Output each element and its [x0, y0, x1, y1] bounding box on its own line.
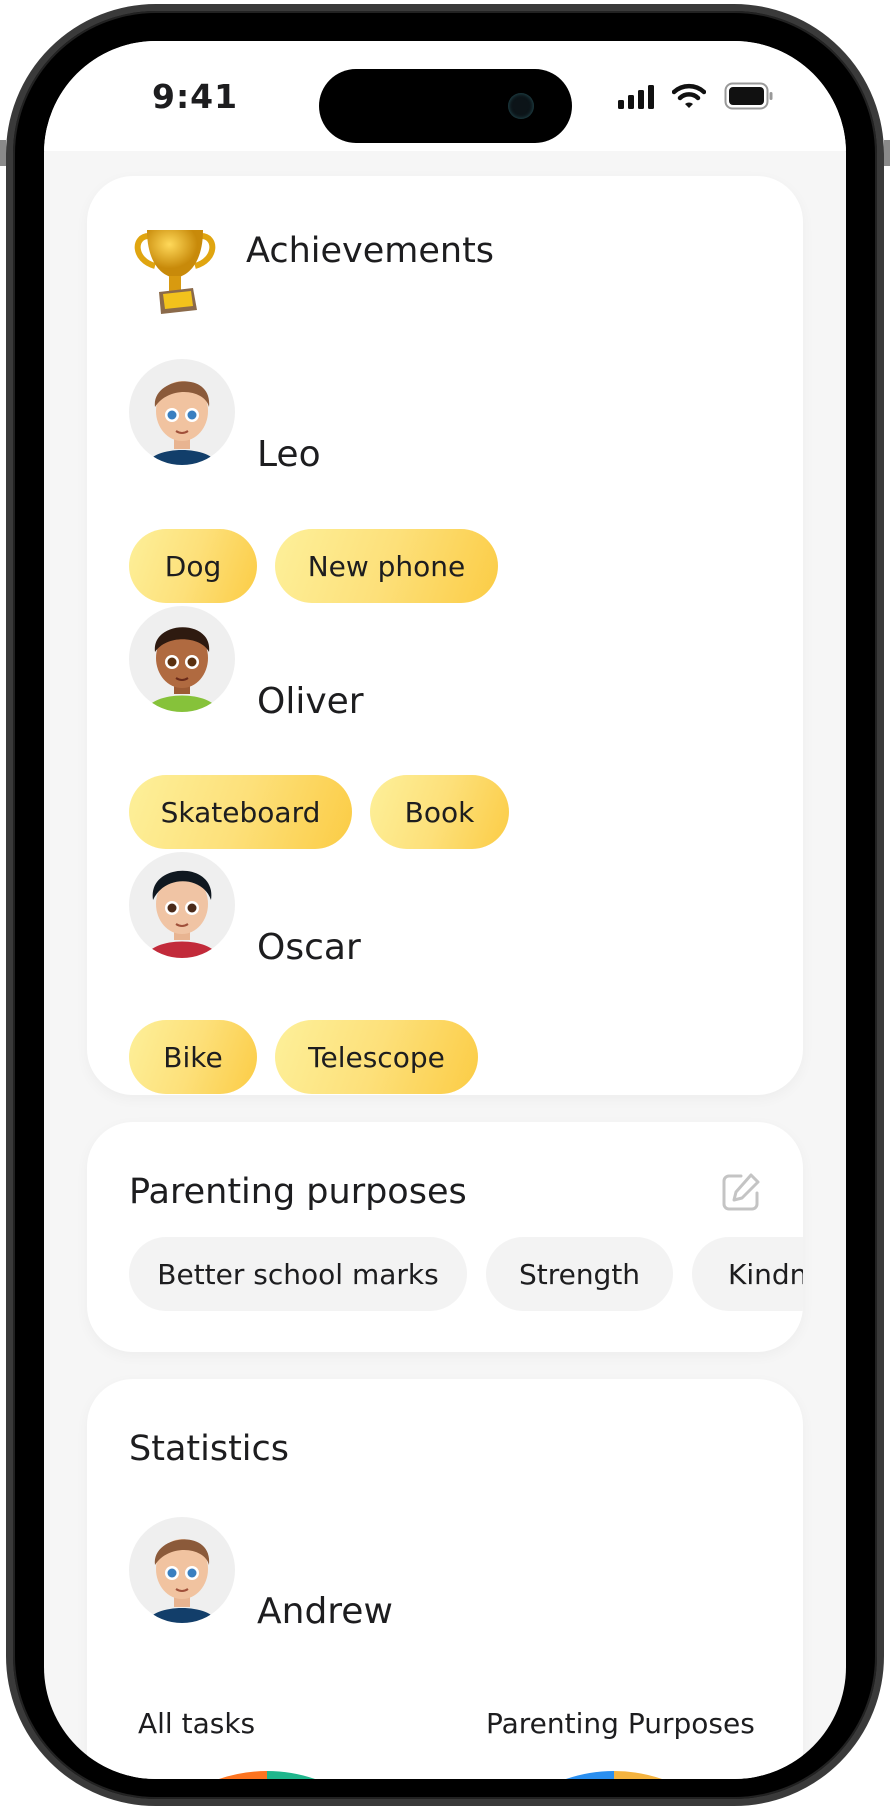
- chart-label-parenting-purposes: Parenting Purposes: [486, 1707, 755, 1740]
- reward-chip[interactable]: Book: [370, 775, 509, 849]
- purpose-chip[interactable]: Kindn: [692, 1237, 803, 1311]
- reward-chip[interactable]: Telescope: [275, 1020, 478, 1094]
- screen: 9:41 Achievements Leo Dog New phone Oliv…: [44, 41, 846, 1779]
- avatar-leo[interactable]: [129, 359, 235, 465]
- side-button: [884, 140, 890, 166]
- status-time: 9:41: [152, 77, 239, 116]
- cellular-signal-icon: [618, 85, 654, 109]
- statistics-title: Statistics: [129, 1429, 289, 1469]
- avatar-oliver[interactable]: [129, 606, 235, 712]
- reward-chip[interactable]: Skateboard: [129, 775, 352, 849]
- purposes-title: Parenting purposes: [129, 1172, 467, 1212]
- child-name: Oliver: [257, 681, 364, 722]
- reward-chip[interactable]: Bike: [129, 1020, 257, 1094]
- donut-charts: [219, 1771, 662, 1779]
- child-name: Leo: [257, 434, 321, 475]
- reward-chip[interactable]: Dog: [129, 529, 257, 603]
- trophy-icon: [134, 230, 216, 314]
- chart-label-all-tasks: All tasks: [138, 1707, 256, 1740]
- child-name: Andrew: [257, 1591, 393, 1632]
- wifi-icon: [672, 83, 706, 108]
- edit-icon[interactable]: [721, 1172, 761, 1212]
- side-button: [0, 140, 6, 166]
- achievements-title: Achievements: [246, 231, 495, 271]
- battery-icon: [724, 82, 773, 110]
- camera-icon: [508, 93, 534, 119]
- child-name: Oscar: [257, 927, 361, 968]
- dynamic-island: [319, 69, 572, 143]
- achievements-card: Achievements Leo Dog New phone Oliver Sk…: [87, 176, 803, 1095]
- avatar-oscar[interactable]: [129, 852, 235, 958]
- purpose-chip[interactable]: Strength: [486, 1237, 673, 1311]
- avatar-andrew[interactable]: [129, 1517, 235, 1623]
- reward-chip[interactable]: New phone: [275, 529, 498, 603]
- purpose-chip[interactable]: Better school marks: [129, 1237, 467, 1311]
- status-bar: 9:41: [44, 41, 846, 151]
- statistics-card: Statistics Andrew All tasks Parenting Pu…: [87, 1379, 803, 1779]
- purposes-card: Parenting purposes Better school marks S…: [87, 1122, 803, 1352]
